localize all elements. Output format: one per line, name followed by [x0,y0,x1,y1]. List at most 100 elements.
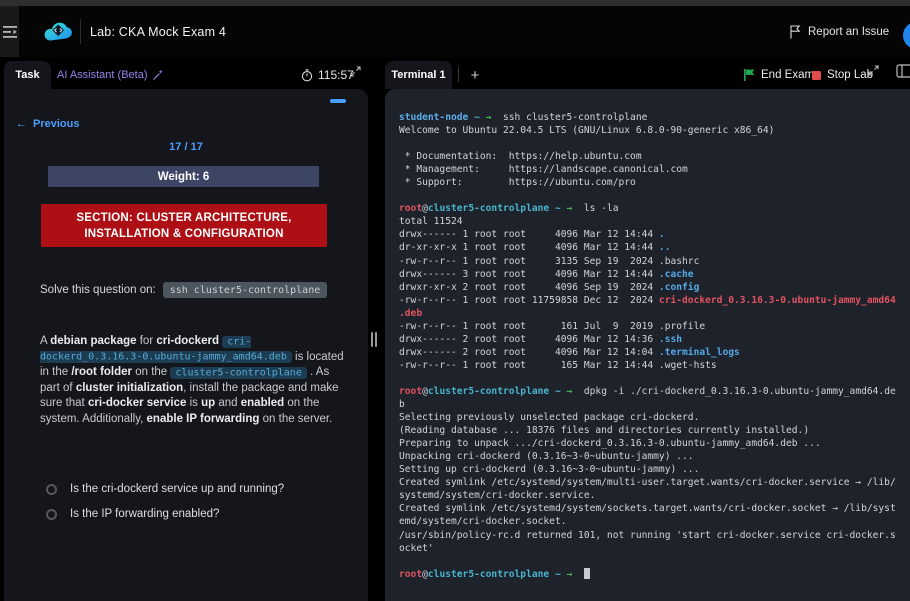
description-text: is [186,397,201,409]
terminal-line: * Support: https://ubuntu.com/pro [399,176,910,189]
question-progress: 17 / 17 [4,141,368,153]
description-text: debian package [50,335,136,347]
terminal-line: Created symlink /etc/systemd/system/sock… [399,502,910,515]
minimize-panel-button[interactable] [330,99,346,103]
description-text: cri-docker service [88,397,186,409]
sidebar-toggle-icon [3,26,17,38]
weight-badge: Weight: 6 [48,166,319,187]
terminal-line: -rw-r--r-- 1 root root 11759858 Dec 12 2… [399,294,910,307]
terminal-line: drwx------ 2 root root 4096 Mar 12 14:04… [399,346,910,359]
terminal-line [399,555,910,568]
description-text: and [215,397,241,409]
terminal-line: -rw-r--r-- 1 root root 165 Mar 12 14:44 … [399,359,910,372]
radio-cri-dockerd-service[interactable] [46,484,57,495]
ssh-target-chip[interactable]: ssh cluster5-controlplane [163,282,328,298]
terminal-panel[interactable]: student-node ~ → ssh cluster5-controlpla… [385,89,910,601]
tab-ai-label: AI Assistant (Beta) [57,69,147,81]
expand-icon [868,65,879,76]
previous-label: Previous [33,118,79,130]
end-exam-button[interactable]: End Exam [744,61,814,89]
previous-question-button[interactable]: ← Previous [16,118,79,130]
terminal-bar-divider [458,67,459,82]
description-text: cri-dockerd [156,335,219,347]
terminal-line: drwx------ 2 root root 4096 Mar 12 14:36… [399,333,910,346]
sidebar-toggle-button[interactable] [0,6,19,57]
section-banner-line2: INSTALLATION & CONFIGURATION [84,226,283,242]
report-issue-label: Report an Issue [808,26,889,38]
terminal-line: Unpacking cri-dockerd (0.3.16~3-0~ubuntu… [399,450,910,463]
end-exam-label: End Exam [761,69,814,81]
terminal-line: b [399,398,910,411]
radio-ip-forwarding[interactable] [46,509,57,520]
inline-code-chip: cluster5-controlplane [170,367,306,379]
cloud-logo-icon [42,19,74,43]
stopwatch-icon [301,69,313,82]
tab-terminal-label: Terminal 1 [391,69,445,81]
flag-outline-icon [789,25,801,39]
description-text: A [40,335,50,347]
arrow-left-icon: ← [16,118,27,130]
terminal-line: drwxr-xr-x 2 root root 4096 Sep 19 2024 … [399,281,910,294]
report-issue-button[interactable]: Report an Issue [789,6,889,57]
terminal-line: root@cluster5-controlplane ~ → ls -la [399,202,910,215]
terminal-line [399,372,910,385]
panel-layout-icon [896,64,910,78]
terminal-output[interactable]: student-node ~ → ssh cluster5-controlpla… [399,111,910,581]
terminal-cursor [584,568,590,579]
description-text: /root folder [71,366,132,378]
terminal-line: root@cluster5-controlplane ~ → dpkg -i .… [399,385,910,398]
tab-task-label: Task [15,69,39,81]
description-text: on the server. [259,413,332,425]
description-text: up [201,397,215,409]
terminal-line: drwx------ 3 root root 4096 Mar 12 14:44… [399,268,910,281]
terminal-line: systemd/system/cri-docker.service. [399,489,910,502]
terminal-line: Preparing to unpack .../cri-dockerd_0.3.… [399,437,910,450]
terminal-line [399,137,910,150]
stop-lab-label: Stop Lab [827,69,873,81]
lab-title: Lab: CKA Mock Exam 4 [90,6,226,57]
description-text: enabled [241,397,284,409]
user-avatar[interactable] [903,22,910,49]
terminal-line: drwx------ 1 root root 4096 Mar 12 14:44… [399,228,910,241]
app-root: Lab: CKA Mock Exam 4 Report an Issue Tas… [0,0,910,601]
kodekloud-logo[interactable] [42,19,74,48]
terminal-line: -rw-r--r-- 1 root root 161 Jul 9 2019 .p… [399,320,910,333]
panel-resize-handle[interactable] [371,332,379,347]
layout-panel-button[interactable] [896,64,910,83]
terminal-line [399,189,910,202]
expand-terminal-button[interactable] [868,63,879,81]
magic-wand-icon [152,69,164,81]
top-navbar: Lab: CKA Mock Exam 4 Report an Issue [0,6,910,57]
tab-terminal-1[interactable]: Terminal 1 [385,61,452,89]
task-description: A debian package for cri-dockerd cri-doc… [40,334,352,427]
terminal-line: student-node ~ → ssh cluster5-controlpla… [399,111,910,124]
terminal-line: /usr/sbin/policy-rc.d returned 101, not … [399,529,910,542]
terminal-line: -rw-r--r-- 1 root root 3135 Sep 19 2024 … [399,255,910,268]
terminal-line: emd/system/cri-docker.socket. [399,515,910,528]
description-text: for [137,335,157,347]
expand-task-panel-button[interactable] [350,64,361,82]
terminal-line: * Management: https://landscape.canonica… [399,163,910,176]
question-label: Is the cri-dockerd service up and runnin… [70,483,284,495]
solve-on-label: Solve this question on: [40,284,156,296]
terminal-line: ocket' [399,542,910,555]
terminal-line: Welcome to Ubuntu 22.04.5 LTS (GNU/Linux… [399,124,910,137]
green-flag-icon [744,69,755,81]
question-label: Is the IP forwarding enabled? [70,508,219,520]
terminal-line: Created symlink /etc/systemd/system/mult… [399,476,910,489]
validation-questions: Is the cri-dockerd service up and runnin… [46,483,284,520]
new-terminal-button[interactable]: + [466,61,484,89]
terminal-line: root@cluster5-controlplane ~ → [399,568,910,581]
expand-icon [350,66,361,77]
tab-task[interactable]: Task [4,61,51,89]
terminal-line: .deb [399,307,910,320]
stop-lab-button[interactable]: Stop Lab [812,61,873,89]
tab-ai-assistant[interactable]: AI Assistant (Beta) [57,61,164,89]
terminal-line: dr-xr-xr-x 1 root root 4096 Mar 12 14:44… [399,241,910,254]
terminal-line: (Reading database ... 18376 files and di… [399,424,910,437]
question-row: Is the IP forwarding enabled? [46,508,284,520]
tab-bar: Task AI Assistant (Beta) 115:57 Terminal… [0,57,910,89]
terminal-line: Setting up cri-dockerd (0.3.16~3-0~ubunt… [399,463,910,476]
stop-square-icon [812,71,821,80]
terminal-line: * Documentation: https://help.ubuntu.com [399,150,910,163]
